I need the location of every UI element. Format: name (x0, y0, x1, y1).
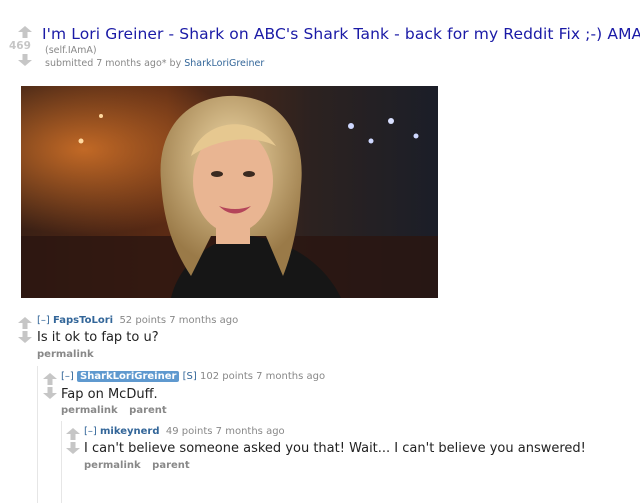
comment-3-header: [–] mikeynerd 49 points 7 months ago (84, 426, 285, 437)
comment-2-body: Fap on McDuff. (61, 387, 158, 402)
comment-3-links: permalink parent (84, 460, 198, 471)
upvote-arrow-icon[interactable] (18, 26, 32, 38)
comment-1-author-link[interactable]: FapsToLori (53, 315, 113, 326)
comment-2-header: [–] SharkLoriGreiner [S] 102 points 7 mo… (61, 371, 325, 382)
post-tagline: submitted 7 months ago* by SharkLoriGrei… (45, 58, 264, 69)
submitted-text: submitted 7 months ago* by (45, 58, 182, 69)
comment-1-header: [–] FapsToLori 52 points 7 months ago (37, 315, 238, 326)
post-title[interactable]: I'm Lori Greiner - Shark on ABC's Shark … (42, 25, 640, 43)
comment-2-meta: 102 points 7 months ago (199, 371, 326, 382)
comment-1-thread-line[interactable] (37, 366, 38, 503)
comment-3-parent-link[interactable]: parent (152, 460, 190, 471)
comment-3-author-link[interactable]: mikeynerd (100, 426, 160, 437)
comment-1-upvote-icon[interactable] (18, 317, 32, 329)
post-score: 469 (9, 40, 31, 52)
comment-2-downvote-icon[interactable] (43, 387, 57, 399)
comment-1-collapse-button[interactable]: [–] (37, 315, 50, 326)
comment-2-thread-line[interactable] (61, 421, 62, 503)
portrait-image (21, 86, 438, 298)
post-domain[interactable]: (self.IAmA) (45, 45, 97, 56)
comment-1-downvote-icon[interactable] (18, 331, 32, 343)
comment-1-permalink[interactable]: permalink (37, 349, 94, 360)
post-author-link[interactable]: SharkLoriGreiner (184, 58, 264, 69)
comment-2-author-link[interactable]: SharkLoriGreiner (77, 371, 180, 382)
comment-3-collapse-button[interactable]: [–] (84, 426, 97, 437)
post-photo (21, 86, 438, 298)
comment-3-meta: 49 points 7 months ago (165, 426, 285, 437)
comment-2-permalink[interactable]: permalink (61, 405, 118, 416)
comment-3-body: I can't believe someone asked you that! … (84, 441, 586, 456)
comment-1-body: Is it ok to fap to u? (37, 330, 159, 345)
comment-2-upvote-icon[interactable] (43, 373, 57, 385)
comment-3-downvote-icon[interactable] (66, 442, 80, 454)
comment-3-permalink[interactable]: permalink (84, 460, 141, 471)
comment-3-upvote-icon[interactable] (66, 428, 80, 440)
comment-2-links: permalink parent (61, 405, 175, 416)
comment-2-collapse-button[interactable]: [–] (61, 371, 74, 382)
comment-2-parent-link[interactable]: parent (129, 405, 167, 416)
comment-1-meta: 52 points 7 months ago (119, 315, 239, 326)
downvote-arrow-icon[interactable] (18, 54, 32, 66)
comment-2-flair: [S] (182, 371, 197, 382)
comment-1-links: permalink (37, 349, 102, 360)
